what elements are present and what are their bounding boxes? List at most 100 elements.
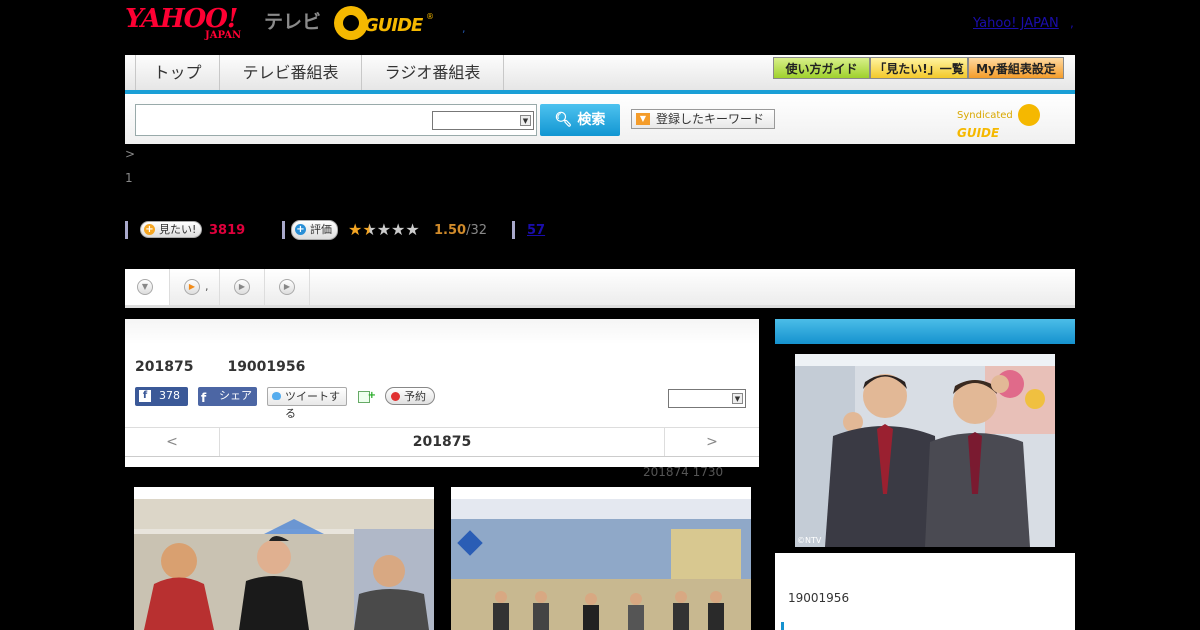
star-empty-icon: ★ xyxy=(405,220,420,239)
sidebar-host-photo[interactable]: ©NTV xyxy=(795,354,1055,547)
rating-score: 1.50 xyxy=(434,223,467,238)
want-to-watch-count: 3819 xyxy=(209,223,246,238)
search-icon: 🔍︎ xyxy=(554,112,573,128)
plus-icon: + xyxy=(295,224,306,235)
stats-divider xyxy=(125,221,128,239)
next-day-button[interactable]: > xyxy=(664,428,759,456)
reserve-button[interactable]: 予約 xyxy=(385,387,435,405)
star-full-icon: ★ xyxy=(348,220,363,239)
reserve-label: 予約 xyxy=(404,390,426,403)
tweet-label: ツイートする xyxy=(285,390,340,420)
rating-count: /32 xyxy=(466,223,487,238)
host-photo xyxy=(795,354,1055,547)
gguide-logo-mark xyxy=(334,6,368,40)
add-to-calendar-icon[interactable]: + xyxy=(358,389,376,405)
sidebar-section-marker xyxy=(781,622,784,630)
rating-value: 1.50/32 xyxy=(434,223,487,238)
search-button-label: 検索 xyxy=(577,112,606,128)
program-photo-1[interactable] xyxy=(134,487,434,630)
yahoo-logo-subtext: JAPAN xyxy=(205,30,242,41)
tweet-button[interactable]: ツイートする xyxy=(267,387,347,420)
studio-photo-2 xyxy=(451,499,751,630)
star-empty-icon: ★ xyxy=(376,220,392,239)
nav-tab-top[interactable]: トップ xyxy=(135,55,220,90)
gguide-logo[interactable]: GUIDE ® xyxy=(334,6,434,42)
tab-reviews[interactable]: ▶ xyxy=(220,269,265,305)
rate-label: 評価 xyxy=(310,223,332,236)
yahoo-japan-logo[interactable]: YAHOO! JAPAN xyxy=(125,4,260,44)
main-nav: トップ テレビ番組表 ラジオ番組表 使い方ガイド 「見たい!」一覧 My番組表設… xyxy=(125,55,1075,94)
search-button[interactable]: 🔍︎ 検索 xyxy=(540,104,620,136)
program-date: 201875 xyxy=(135,359,194,375)
program-time: 19001956 xyxy=(227,359,306,375)
stats-divider xyxy=(282,221,285,239)
saved-keywords-button[interactable]: ▼ 登録したキーワード xyxy=(631,109,775,129)
updated-timestamp: 201874 1730 xyxy=(643,465,724,479)
tab-label: , xyxy=(205,280,209,293)
facebook-icon: f xyxy=(139,390,151,402)
gguide-small-logo-icon xyxy=(1017,104,1040,126)
my-listings-settings-button[interactable]: My番組表設定 xyxy=(968,57,1064,79)
dropdown-arrow-icon: ▼ xyxy=(636,113,650,125)
plus-icon: + xyxy=(144,224,155,235)
want-to-watch-button[interactable]: + 見たい! xyxy=(140,221,203,238)
syndicated-gguide-badge: Syndicated GUIDE xyxy=(957,104,1075,140)
search-bar: ▼ 🔍︎ 検索 ▼ 登録したキーワード Syndicated GUIDE xyxy=(125,94,1075,144)
play-icon: ▶ xyxy=(234,279,250,295)
star-empty-icon: ★ xyxy=(391,220,406,239)
page-number: 1 xyxy=(125,171,133,185)
breadcrumb[interactable]: > xyxy=(125,147,135,161)
facebook-count: 378 xyxy=(159,389,180,402)
sidebar-program-time: 19001956 xyxy=(788,591,850,605)
chevron-down-icon: ▼ xyxy=(137,279,153,295)
watchlist-button[interactable]: 「見たい!」一覧 xyxy=(870,57,968,79)
studio-photo-1 xyxy=(134,499,434,630)
program-tabs: ▼ ▶ , ▶ ▶ xyxy=(125,269,1075,308)
chevron-down-icon: ▼ xyxy=(732,393,743,404)
stats-divider xyxy=(512,221,515,239)
syndicated-label: Syndicated xyxy=(957,110,1013,121)
usage-guide-button[interactable]: 使い方ガイド xyxy=(773,57,870,79)
program-schedule: 201875 19001956 xyxy=(135,359,305,375)
record-dot-icon xyxy=(391,392,400,401)
tab-related[interactable]: ▶ , xyxy=(170,269,220,305)
sidebar-header xyxy=(775,319,1075,344)
program-select[interactable]: ▼ xyxy=(668,389,746,408)
chevron-down-icon: ▼ xyxy=(520,115,531,126)
yahoo-japan-link[interactable]: Yahoo! JAPAN xyxy=(973,16,1059,31)
play-icon: ▶ xyxy=(184,279,200,295)
gguide-registered-mark: ® xyxy=(426,12,434,21)
nav-tab-radio-listings[interactable]: ラジオ番組表 xyxy=(362,55,504,90)
plus-icon: + xyxy=(367,390,376,401)
sidebar: ©NTV 19001956 xyxy=(775,319,1075,630)
header-link-separator: , xyxy=(1070,16,1074,30)
review-count-link[interactable]: 57 xyxy=(527,223,545,238)
search-category-select[interactable]: ▼ xyxy=(432,111,534,130)
panel-header xyxy=(125,319,759,344)
tab-details[interactable]: ▼ xyxy=(125,269,170,305)
date-navigation: < 201875 > xyxy=(125,427,759,457)
want-to-watch-label: 見たい! xyxy=(159,223,197,236)
gguide-logo-text: GUIDE xyxy=(364,15,423,36)
star-half-icon: ★ xyxy=(362,220,377,239)
facebook-share-button[interactable]: f シェア xyxy=(198,387,257,406)
tab-episodes[interactable]: ▶ xyxy=(265,269,310,305)
program-stats: + 見たい! 3819 + 評価 ★★★★★ 1.50/32 57 xyxy=(125,219,725,241)
rating-stars: ★★★★★ xyxy=(348,221,420,239)
twitter-bird-icon xyxy=(272,392,281,400)
tv-label: テレビ xyxy=(264,11,322,33)
nav-tab-tv-listings[interactable]: テレビ番組表 xyxy=(220,55,362,90)
syndicated-logo-text: GUIDE xyxy=(957,126,1000,140)
facebook-like-count[interactable]: f 378 xyxy=(135,387,188,406)
program-detail-panel: 201875 19001956 f 378 f シェア ツイートする + 予約 ▼… xyxy=(125,319,759,467)
rate-button[interactable]: + 評価 xyxy=(291,220,338,240)
header-separator: , xyxy=(462,22,466,35)
saved-keywords-label: 登録したキーワード xyxy=(656,112,765,126)
current-date: 201875 xyxy=(412,434,472,450)
facebook-share-label: シェア xyxy=(219,389,252,402)
play-icon: ▶ xyxy=(279,279,295,295)
facebook-icon: f xyxy=(201,391,207,405)
program-photo-2[interactable] xyxy=(451,487,751,630)
prev-day-button[interactable]: < xyxy=(125,428,220,456)
image-credit: ©NTV xyxy=(797,536,822,545)
